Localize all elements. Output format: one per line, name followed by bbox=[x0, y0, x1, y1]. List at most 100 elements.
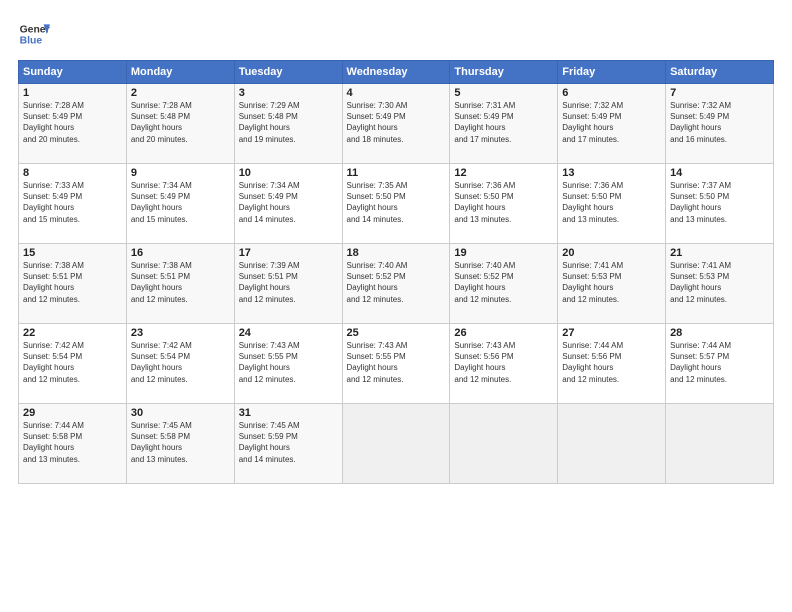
logo: General Blue bbox=[18, 18, 50, 50]
calendar-cell: 27 Sunrise: 7:44 AM Sunset: 5:56 PM Dayl… bbox=[558, 324, 666, 404]
svg-text:Blue: Blue bbox=[20, 36, 43, 47]
page-container: General Blue SundayMondayTuesdayWednesda… bbox=[0, 0, 792, 612]
day-info: Sunrise: 7:45 AM Sunset: 5:59 PM Dayligh… bbox=[239, 420, 338, 465]
calendar-cell: 17 Sunrise: 7:39 AM Sunset: 5:51 PM Dayl… bbox=[234, 244, 342, 324]
calendar-cell bbox=[666, 404, 774, 484]
day-info: Sunrise: 7:32 AM Sunset: 5:49 PM Dayligh… bbox=[562, 100, 661, 145]
calendar-cell: 31 Sunrise: 7:45 AM Sunset: 5:59 PM Dayl… bbox=[234, 404, 342, 484]
calendar-cell: 30 Sunrise: 7:45 AM Sunset: 5:58 PM Dayl… bbox=[126, 404, 234, 484]
calendar-cell bbox=[342, 404, 450, 484]
day-info: Sunrise: 7:41 AM Sunset: 5:53 PM Dayligh… bbox=[670, 260, 769, 305]
calendar-cell: 10 Sunrise: 7:34 AM Sunset: 5:49 PM Dayl… bbox=[234, 164, 342, 244]
calendar-cell: 20 Sunrise: 7:41 AM Sunset: 5:53 PM Dayl… bbox=[558, 244, 666, 324]
day-info: Sunrise: 7:44 AM Sunset: 5:56 PM Dayligh… bbox=[562, 340, 661, 385]
day-number: 8 bbox=[23, 167, 122, 179]
day-info: Sunrise: 7:37 AM Sunset: 5:50 PM Dayligh… bbox=[670, 180, 769, 225]
day-info: Sunrise: 7:39 AM Sunset: 5:51 PM Dayligh… bbox=[239, 260, 338, 305]
page-header: General Blue bbox=[18, 18, 774, 50]
day-number: 1 bbox=[23, 87, 122, 99]
day-number: 11 bbox=[347, 167, 446, 179]
weekday-header: Thursday bbox=[450, 61, 558, 84]
calendar-cell: 2 Sunrise: 7:28 AM Sunset: 5:48 PM Dayli… bbox=[126, 84, 234, 164]
calendar-cell: 28 Sunrise: 7:44 AM Sunset: 5:57 PM Dayl… bbox=[666, 324, 774, 404]
weekday-header: Wednesday bbox=[342, 61, 450, 84]
calendar-cell: 14 Sunrise: 7:37 AM Sunset: 5:50 PM Dayl… bbox=[666, 164, 774, 244]
day-number: 24 bbox=[239, 327, 338, 339]
day-info: Sunrise: 7:29 AM Sunset: 5:48 PM Dayligh… bbox=[239, 100, 338, 145]
logo-icon: General Blue bbox=[18, 18, 50, 50]
calendar-cell: 12 Sunrise: 7:36 AM Sunset: 5:50 PM Dayl… bbox=[450, 164, 558, 244]
day-info: Sunrise: 7:44 AM Sunset: 5:57 PM Dayligh… bbox=[670, 340, 769, 385]
calendar-cell: 21 Sunrise: 7:41 AM Sunset: 5:53 PM Dayl… bbox=[666, 244, 774, 324]
calendar-week-row: 29 Sunrise: 7:44 AM Sunset: 5:58 PM Dayl… bbox=[19, 404, 774, 484]
day-info: Sunrise: 7:34 AM Sunset: 5:49 PM Dayligh… bbox=[131, 180, 230, 225]
calendar-week-row: 8 Sunrise: 7:33 AM Sunset: 5:49 PM Dayli… bbox=[19, 164, 774, 244]
day-info: Sunrise: 7:38 AM Sunset: 5:51 PM Dayligh… bbox=[23, 260, 122, 305]
day-info: Sunrise: 7:31 AM Sunset: 5:49 PM Dayligh… bbox=[454, 100, 553, 145]
calendar-week-row: 22 Sunrise: 7:42 AM Sunset: 5:54 PM Dayl… bbox=[19, 324, 774, 404]
day-number: 30 bbox=[131, 407, 230, 419]
calendar-cell: 4 Sunrise: 7:30 AM Sunset: 5:49 PM Dayli… bbox=[342, 84, 450, 164]
day-number: 5 bbox=[454, 87, 553, 99]
day-number: 6 bbox=[562, 87, 661, 99]
calendar-cell: 11 Sunrise: 7:35 AM Sunset: 5:50 PM Dayl… bbox=[342, 164, 450, 244]
weekday-header: Monday bbox=[126, 61, 234, 84]
calendar-cell: 6 Sunrise: 7:32 AM Sunset: 5:49 PM Dayli… bbox=[558, 84, 666, 164]
day-number: 2 bbox=[131, 87, 230, 99]
calendar-cell: 3 Sunrise: 7:29 AM Sunset: 5:48 PM Dayli… bbox=[234, 84, 342, 164]
calendar-cell: 19 Sunrise: 7:40 AM Sunset: 5:52 PM Dayl… bbox=[450, 244, 558, 324]
calendar-cell bbox=[450, 404, 558, 484]
day-info: Sunrise: 7:36 AM Sunset: 5:50 PM Dayligh… bbox=[562, 180, 661, 225]
calendar-cell bbox=[558, 404, 666, 484]
day-number: 13 bbox=[562, 167, 661, 179]
calendar-cell: 9 Sunrise: 7:34 AM Sunset: 5:49 PM Dayli… bbox=[126, 164, 234, 244]
day-info: Sunrise: 7:45 AM Sunset: 5:58 PM Dayligh… bbox=[131, 420, 230, 465]
day-number: 3 bbox=[239, 87, 338, 99]
calendar-cell: 25 Sunrise: 7:43 AM Sunset: 5:55 PM Dayl… bbox=[342, 324, 450, 404]
calendar-cell: 18 Sunrise: 7:40 AM Sunset: 5:52 PM Dayl… bbox=[342, 244, 450, 324]
day-info: Sunrise: 7:30 AM Sunset: 5:49 PM Dayligh… bbox=[347, 100, 446, 145]
day-number: 15 bbox=[23, 247, 122, 259]
day-number: 28 bbox=[670, 327, 769, 339]
calendar-cell: 23 Sunrise: 7:42 AM Sunset: 5:54 PM Dayl… bbox=[126, 324, 234, 404]
calendar-cell: 26 Sunrise: 7:43 AM Sunset: 5:56 PM Dayl… bbox=[450, 324, 558, 404]
day-info: Sunrise: 7:42 AM Sunset: 5:54 PM Dayligh… bbox=[131, 340, 230, 385]
calendar-week-row: 1 Sunrise: 7:28 AM Sunset: 5:49 PM Dayli… bbox=[19, 84, 774, 164]
day-number: 21 bbox=[670, 247, 769, 259]
day-number: 31 bbox=[239, 407, 338, 419]
calendar-week-row: 15 Sunrise: 7:38 AM Sunset: 5:51 PM Dayl… bbox=[19, 244, 774, 324]
day-number: 27 bbox=[562, 327, 661, 339]
day-info: Sunrise: 7:40 AM Sunset: 5:52 PM Dayligh… bbox=[454, 260, 553, 305]
day-number: 12 bbox=[454, 167, 553, 179]
day-number: 25 bbox=[347, 327, 446, 339]
day-info: Sunrise: 7:32 AM Sunset: 5:49 PM Dayligh… bbox=[670, 100, 769, 145]
calendar-table: SundayMondayTuesdayWednesdayThursdayFrid… bbox=[18, 60, 774, 484]
calendar-cell: 22 Sunrise: 7:42 AM Sunset: 5:54 PM Dayl… bbox=[19, 324, 127, 404]
day-number: 23 bbox=[131, 327, 230, 339]
day-number: 20 bbox=[562, 247, 661, 259]
calendar-cell: 1 Sunrise: 7:28 AM Sunset: 5:49 PM Dayli… bbox=[19, 84, 127, 164]
day-info: Sunrise: 7:28 AM Sunset: 5:49 PM Dayligh… bbox=[23, 100, 122, 145]
day-number: 7 bbox=[670, 87, 769, 99]
day-info: Sunrise: 7:34 AM Sunset: 5:49 PM Dayligh… bbox=[239, 180, 338, 225]
day-info: Sunrise: 7:42 AM Sunset: 5:54 PM Dayligh… bbox=[23, 340, 122, 385]
day-number: 4 bbox=[347, 87, 446, 99]
calendar-cell: 24 Sunrise: 7:43 AM Sunset: 5:55 PM Dayl… bbox=[234, 324, 342, 404]
day-number: 18 bbox=[347, 247, 446, 259]
day-info: Sunrise: 7:43 AM Sunset: 5:56 PM Dayligh… bbox=[454, 340, 553, 385]
weekday-header: Sunday bbox=[19, 61, 127, 84]
day-info: Sunrise: 7:38 AM Sunset: 5:51 PM Dayligh… bbox=[131, 260, 230, 305]
weekday-header: Saturday bbox=[666, 61, 774, 84]
day-info: Sunrise: 7:33 AM Sunset: 5:49 PM Dayligh… bbox=[23, 180, 122, 225]
day-info: Sunrise: 7:43 AM Sunset: 5:55 PM Dayligh… bbox=[347, 340, 446, 385]
calendar-cell: 29 Sunrise: 7:44 AM Sunset: 5:58 PM Dayl… bbox=[19, 404, 127, 484]
day-number: 19 bbox=[454, 247, 553, 259]
calendar-header-row: SundayMondayTuesdayWednesdayThursdayFrid… bbox=[19, 61, 774, 84]
day-number: 9 bbox=[131, 167, 230, 179]
day-number: 22 bbox=[23, 327, 122, 339]
day-number: 16 bbox=[131, 247, 230, 259]
calendar-cell: 7 Sunrise: 7:32 AM Sunset: 5:49 PM Dayli… bbox=[666, 84, 774, 164]
day-number: 29 bbox=[23, 407, 122, 419]
calendar-cell: 8 Sunrise: 7:33 AM Sunset: 5:49 PM Dayli… bbox=[19, 164, 127, 244]
day-info: Sunrise: 7:43 AM Sunset: 5:55 PM Dayligh… bbox=[239, 340, 338, 385]
